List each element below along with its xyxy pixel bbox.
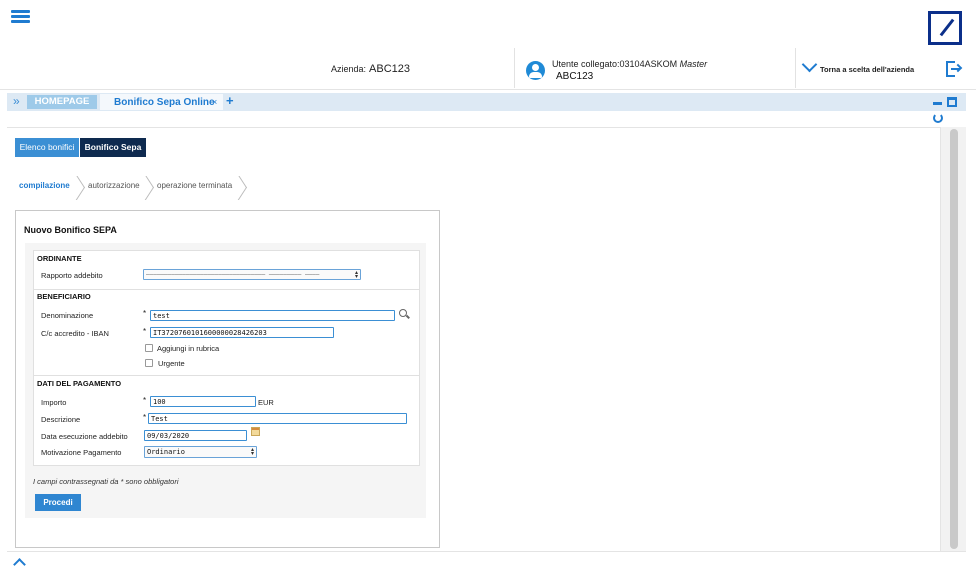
brand-logo bbox=[928, 11, 962, 45]
importo-label: Importo bbox=[41, 398, 67, 407]
subtab-elenco-bonifici[interactable]: Elenco bonifici bbox=[15, 138, 79, 157]
iban-input[interactable]: IT3720760101600000028426203 bbox=[150, 327, 334, 338]
header-divider bbox=[514, 48, 515, 88]
close-icon[interactable]: × bbox=[212, 97, 217, 107]
chevron-up-icon[interactable] bbox=[13, 558, 26, 571]
data-esecuzione-label: Data esecuzione addebito bbox=[41, 432, 128, 441]
content-divider bbox=[7, 127, 966, 128]
urgente-label: Urgente bbox=[158, 359, 185, 368]
header-divider bbox=[795, 48, 796, 88]
logout-icon[interactable] bbox=[946, 61, 963, 77]
denominazione-label: Denominazione bbox=[41, 311, 94, 320]
required-fields-note: I campi contrassegnati da * sono obbliga… bbox=[33, 477, 179, 486]
required-star: * bbox=[143, 327, 147, 336]
utente-info: Utente collegato:03104ASKOM Master bbox=[552, 59, 707, 69]
iban-label: C/c accredito - IBAN bbox=[41, 329, 109, 338]
denominazione-input[interactable]: test bbox=[150, 310, 395, 321]
rapporto-select[interactable]: ––––––––––––––––––––––––––––––––– ––––––… bbox=[143, 269, 361, 280]
descrizione-input[interactable]: Test bbox=[148, 413, 407, 424]
rubrica-label: Aggiungi in rubrica bbox=[157, 344, 220, 353]
procedi-button[interactable]: Procedi bbox=[35, 494, 81, 511]
required-star: * bbox=[143, 413, 147, 422]
subtab-bonifico-sepa[interactable]: Bonifico Sepa bbox=[80, 138, 146, 157]
section-title-beneficiario: BENEFICIARIO bbox=[37, 292, 91, 301]
required-star: * bbox=[143, 309, 147, 318]
rubrica-checkbox[interactable] bbox=[145, 344, 153, 352]
tab-homepage[interactable]: HOMEPAGE bbox=[27, 95, 97, 109]
search-icon[interactable] bbox=[399, 309, 407, 317]
minimize-icon[interactable] bbox=[933, 102, 942, 105]
urgente-checkbox[interactable] bbox=[145, 359, 153, 367]
select-arrows-icon: ▴ ▾ bbox=[354, 269, 358, 280]
tab-label[interactable]: Bonifico Sepa Online bbox=[114, 97, 215, 108]
utente-role: Master bbox=[679, 59, 708, 69]
user-icon bbox=[526, 61, 545, 80]
form-title: Nuovo Bonifico SEPA bbox=[24, 225, 117, 235]
importo-input[interactable]: 100 bbox=[150, 396, 256, 407]
motivazione-select[interactable]: Ordinario ▴ ▾ bbox=[144, 446, 257, 458]
azienda-label: Azienda: bbox=[331, 64, 367, 74]
select-arrows-icon: ▴ ▾ bbox=[250, 446, 254, 457]
scrollbar-thumb[interactable] bbox=[950, 129, 958, 549]
rapporto-value: ––––––––––––––––––––––––––––––––– ––––––… bbox=[146, 271, 320, 278]
utente-azienda: ABC123 bbox=[556, 71, 594, 82]
step-operazione-terminata: operazione terminata bbox=[157, 181, 233, 190]
step-autorizzazione: autorizzazione bbox=[88, 181, 140, 190]
step-compilazione: compilazione bbox=[19, 181, 70, 190]
add-tab-icon[interactable]: + bbox=[226, 94, 234, 107]
azienda-info: Azienda: ABC123 bbox=[331, 63, 410, 75]
calendar-icon[interactable] bbox=[251, 427, 260, 436]
section-title-ordinante: ORDINANTE bbox=[37, 254, 82, 263]
data-esecuzione-input[interactable]: 09/03/2020 bbox=[144, 430, 247, 441]
utente-label: Utente collegato:03104ASKOM bbox=[552, 59, 678, 69]
torna-scelta-azienda-link[interactable]: Torna a scelta dell'azienda bbox=[820, 65, 914, 74]
section-title-pagamento: DATI DEL PAGAMENTO bbox=[37, 379, 122, 388]
step-separator bbox=[236, 176, 252, 200]
hamburger-menu-icon[interactable] bbox=[11, 10, 30, 24]
currency-label: EUR bbox=[258, 398, 274, 407]
content-divider bbox=[7, 551, 966, 552]
descrizione-label: Descrizione bbox=[41, 415, 81, 424]
expand-sidebar-icon[interactable]: » bbox=[13, 95, 20, 107]
azienda-value: ABC123 bbox=[369, 63, 411, 75]
refresh-icon[interactable] bbox=[933, 113, 943, 123]
required-star: * bbox=[143, 396, 147, 405]
motivazione-label: Motivazione Pagamento bbox=[41, 448, 122, 457]
maximize-icon[interactable] bbox=[947, 97, 957, 107]
motivazione-value: Ordinario bbox=[147, 448, 185, 456]
rapporto-label: Rapporto addebito bbox=[41, 271, 103, 280]
